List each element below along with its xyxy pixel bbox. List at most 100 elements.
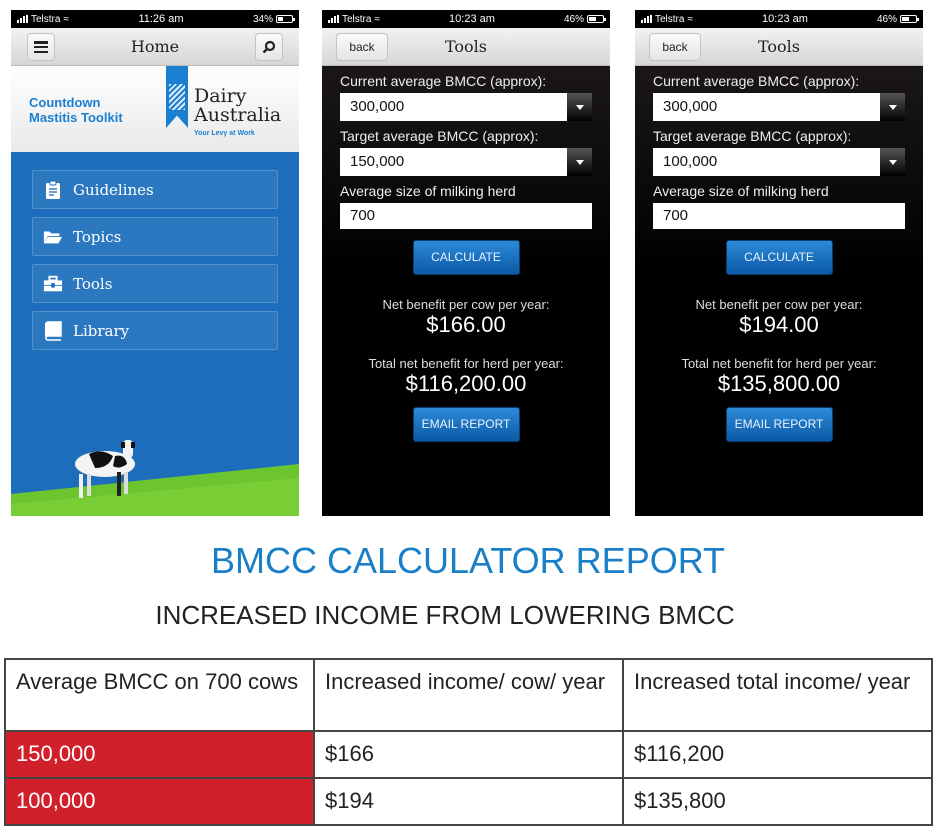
target-bmcc-select[interactable]: 150,000: [340, 148, 592, 176]
battery-percent: 46%: [563, 13, 584, 25]
menu-item-library[interactable]: Library: [32, 311, 278, 350]
battery-icon: [587, 15, 606, 23]
hamburger-icon: [34, 41, 48, 53]
clipboard-icon: [43, 180, 63, 200]
back-button[interactable]: back: [336, 33, 388, 61]
report-title: BMCC CALCULATOR REPORT: [210, 540, 726, 581]
email-report-button[interactable]: EMAIL REPORT: [412, 407, 520, 442]
status-time: 11:26 am: [138, 13, 184, 25]
tools-screen-target-100000: Telstra ≈ 10:23 am 46% back Tools Curren…: [635, 10, 923, 516]
menu-item-label: Guidelines: [73, 180, 154, 199]
status-bar: Telstra ≈ 10:23 am 46%: [635, 10, 923, 28]
report-table: Average BMCC on 700 cows Increased incom…: [4, 658, 933, 826]
status-time: 10:23 am: [762, 13, 808, 25]
wifi-icon: ≈: [63, 13, 69, 25]
report-subtitle: INCREASED INCOME FROM LOWERING BMCC: [155, 600, 735, 630]
search-icon: [262, 40, 276, 54]
org-tagline: Your Levy at Work: [194, 130, 255, 137]
current-bmcc-select[interactable]: 300,000: [653, 93, 905, 121]
toolbox-icon: [43, 274, 63, 294]
current-bmcc-value: 300,000: [340, 93, 567, 121]
nav-bar: back Tools: [635, 28, 923, 66]
ribbon-stripes: [169, 84, 185, 110]
status-bar: Telstra ≈ 11:26 am 34%: [11, 10, 299, 28]
carrier-label: Telstra: [31, 13, 61, 25]
current-bmcc-select[interactable]: 300,000: [340, 93, 592, 121]
menu-item-topics[interactable]: Topics: [32, 217, 278, 256]
cell-income-per-cow: $194: [313, 777, 624, 826]
carrier-label: Telstra: [342, 13, 372, 25]
menu-button[interactable]: [27, 33, 55, 61]
signal-icon: [17, 15, 28, 23]
cell-total-income: $116,200: [622, 730, 933, 779]
home-screen: Telstra ≈ 11:26 am 34% Home Countdown Ma…: [11, 10, 299, 516]
net-benefit-per-cow-value: $166.00: [426, 312, 506, 337]
tools-screen-target-150000: Telstra ≈ 10:23 am 46% back Tools Curren…: [322, 10, 610, 516]
chevron-down-icon[interactable]: [880, 148, 905, 176]
header-income-per-cow: Increased income/ cow/ year: [313, 658, 624, 732]
nav-bar: back Tools: [322, 28, 610, 66]
total-net-benefit-value: $116,200.00: [405, 371, 527, 396]
herd-size-input[interactable]: 700: [653, 203, 905, 229]
current-bmcc-label: Current average BMCC (approx):: [653, 73, 860, 89]
cell-bmcc: 150,000: [4, 730, 315, 779]
status-bar: Telstra ≈ 10:23 am 46%: [322, 10, 610, 28]
wifi-icon: ≈: [374, 13, 380, 25]
cow-field-illustration: [11, 440, 299, 516]
target-bmcc-label: Target average BMCC (approx):: [653, 128, 852, 144]
calculate-button[interactable]: CALCULATE: [412, 240, 520, 275]
nav-bar: Home: [11, 28, 299, 66]
calculator-form: Current average BMCC (approx): 300,000 T…: [635, 66, 923, 516]
current-bmcc-value: 300,000: [653, 93, 880, 121]
chevron-down-icon[interactable]: [567, 93, 592, 121]
menu-item-label: Topics: [73, 227, 122, 246]
herd-size-input[interactable]: 700: [340, 203, 592, 229]
folder-open-icon: [43, 227, 63, 247]
search-button[interactable]: [255, 33, 283, 61]
org-logo-text: Dairy Australia: [194, 87, 281, 125]
target-bmcc-value: 150,000: [340, 148, 567, 176]
battery-icon: [276, 15, 295, 23]
cell-income-per-cow: $166: [313, 730, 624, 779]
back-button[interactable]: back: [649, 33, 701, 61]
chevron-down-icon[interactable]: [880, 93, 905, 121]
net-benefit-per-cow-value: $194.00: [739, 312, 819, 337]
app-logo-text: Countdown Mastitis Toolkit: [29, 95, 123, 125]
table-header-row: Average BMCC on 700 cows Increased incom…: [4, 658, 933, 732]
chevron-down-icon[interactable]: [567, 148, 592, 176]
table-row: 100,000 $194 $135,800: [4, 777, 933, 826]
target-bmcc-value: 100,000: [653, 148, 880, 176]
menu-item-guidelines[interactable]: Guidelines: [32, 170, 278, 209]
total-net-benefit-label: Total net benefit for herd per year:: [681, 356, 877, 371]
book-icon: [43, 320, 63, 341]
table-row: 150,000 $166 $116,200: [4, 730, 933, 779]
page-title: Home: [130, 37, 180, 56]
email-report-button[interactable]: EMAIL REPORT: [725, 407, 833, 442]
signal-icon: [328, 15, 339, 23]
app-name-line1: Countdown: [29, 95, 101, 110]
brand-header: Countdown Mastitis Toolkit Dairy Austral…: [11, 66, 299, 154]
current-bmcc-label: Current average BMCC (approx):: [340, 73, 547, 89]
calculator-form: Current average BMCC (approx): 300,000 T…: [322, 66, 610, 516]
total-net-benefit-label: Total net benefit for herd per year:: [368, 356, 564, 371]
target-bmcc-label: Target average BMCC (approx):: [340, 128, 539, 144]
battery-icon: [900, 15, 919, 23]
signal-icon: [641, 15, 652, 23]
app-name-line2: Mastitis Toolkit: [29, 110, 123, 125]
herd-size-label: Average size of milking herd: [340, 183, 516, 199]
home-menu-area: Guidelines Topics Tools Library: [11, 154, 299, 516]
page-title: Tools: [444, 37, 488, 56]
battery-percent: 34%: [252, 13, 273, 25]
status-time: 10:23 am: [449, 13, 495, 25]
page-title: Tools: [757, 37, 801, 56]
net-benefit-per-cow-label: Net benefit per cow per year:: [695, 297, 863, 312]
cell-bmcc: 100,000: [4, 777, 315, 826]
menu-item-tools[interactable]: Tools: [32, 264, 278, 303]
header-average-bmcc: Average BMCC on 700 cows: [4, 658, 315, 732]
target-bmcc-select[interactable]: 100,000: [653, 148, 905, 176]
calculate-button[interactable]: CALCULATE: [725, 240, 833, 275]
cell-total-income: $135,800: [622, 777, 933, 826]
wifi-icon: ≈: [687, 13, 693, 25]
menu-item-label: Library: [73, 321, 130, 340]
herd-size-label: Average size of milking herd: [653, 183, 829, 199]
